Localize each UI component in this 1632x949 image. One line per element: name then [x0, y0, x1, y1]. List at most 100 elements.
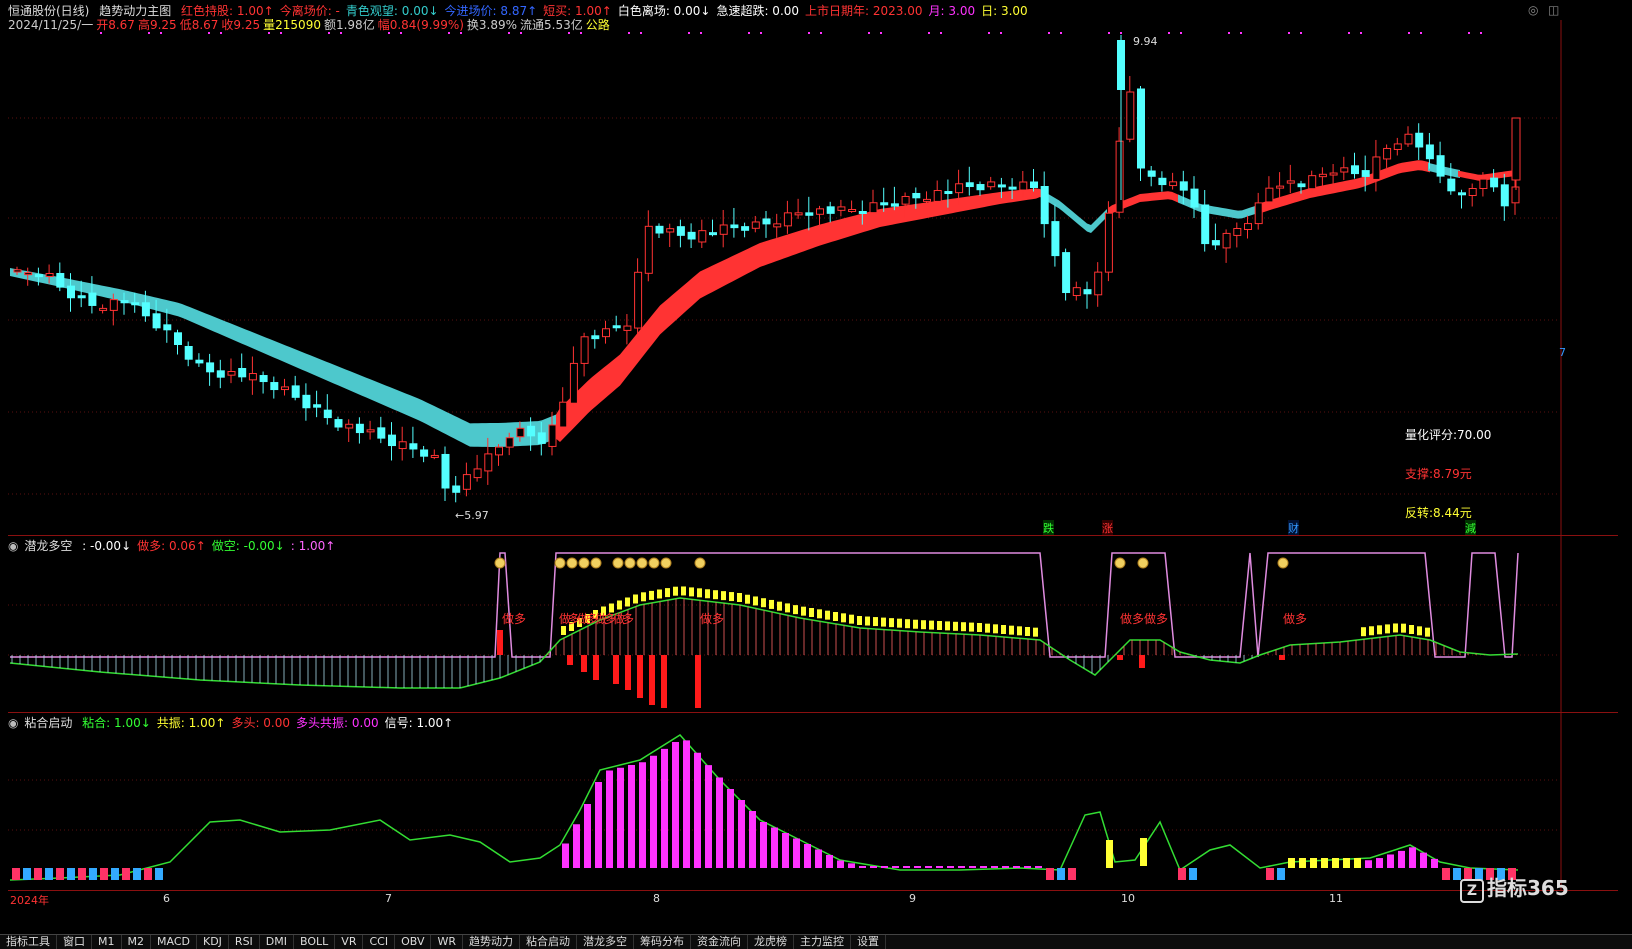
candle-body [655, 225, 664, 234]
panel2-yellow-mark [1009, 625, 1014, 635]
signal-dot [388, 32, 390, 34]
candle-body [388, 434, 396, 447]
candle-body [816, 208, 824, 215]
panel2-value-3: : 1.00↑ [290, 539, 336, 553]
money-bag-icon [590, 557, 602, 569]
reversal-label: 反转:8.44元 [1405, 506, 1472, 520]
main-candlestick-chart[interactable] [0, 0, 1632, 948]
signal-dot [640, 32, 642, 34]
toolbar-tab-10[interactable]: CCI [363, 935, 396, 949]
money-bag-icon [1277, 557, 1289, 569]
signal-dot [868, 32, 870, 34]
candle-body [238, 368, 247, 378]
toolbar-tab-12[interactable]: WR [431, 935, 464, 949]
panel3-bar [155, 868, 163, 880]
panel3-bar [1288, 858, 1295, 868]
panel2-yellow-mark [1417, 626, 1422, 636]
toolbar-tab-5[interactable]: KDJ [197, 935, 229, 949]
panel2-red-bar [1139, 655, 1145, 668]
panel2-yellow-mark [809, 608, 814, 617]
candle-body [1351, 165, 1359, 175]
signal-dot [808, 32, 810, 34]
toolbar-tab-14[interactable]: 粘合启动 [520, 935, 578, 949]
candle-body [890, 203, 899, 207]
candle-body [462, 474, 471, 490]
panel3-bar [1068, 868, 1076, 880]
panel3-bar [1376, 858, 1383, 868]
candle-body [302, 394, 311, 409]
signal-dot [1300, 32, 1302, 34]
panel3-bar [573, 824, 580, 868]
candle-body [184, 346, 193, 360]
toolbar-tab-8[interactable]: BOLL [294, 935, 336, 949]
candle-body [1201, 204, 1210, 245]
signal-dot [1480, 32, 1482, 34]
toolbar-tab-17[interactable]: 资金流向 [691, 935, 749, 949]
toolbar-tab-4[interactable]: MACD [151, 935, 197, 949]
toolbar-tab-13[interactable]: 趋势动力 [463, 935, 521, 949]
toolbar-tab-20[interactable]: 设置 [851, 935, 887, 949]
panel3-value-3: 多头共振: 0.00 [296, 716, 379, 730]
signal-dot [1408, 32, 1410, 34]
candle-body [623, 325, 632, 331]
signal-dot [1360, 32, 1362, 34]
panel3-bar [1002, 866, 1009, 868]
toolbar-tab-11[interactable]: OBV [395, 935, 432, 949]
panel2-yellow-mark [945, 621, 950, 631]
bottom-toolbar: 指标工具 窗口 M1 M2 MACD KDJ RSI DMI BOLL VR CCI OBV WR 趋势动… [0, 934, 1632, 949]
score-label: 量化评分:70.00 [1405, 428, 1492, 442]
candle-body [933, 190, 942, 202]
panel2-yellow-mark [921, 620, 926, 630]
panel3-bar [672, 742, 679, 868]
candle-body [591, 335, 600, 340]
signal-dot [100, 32, 102, 34]
panel3-collapse-icon[interactable]: ◉ [8, 716, 18, 730]
toolbar-tab-18[interactable]: 龙虎榜 [748, 935, 795, 949]
toolbar-tab-1[interactable]: 窗口 [57, 935, 92, 949]
panel3-header: ◉ 粘合启动 粘合: 1.00↓ 共振: 1.00↑ 多头: 0.00 多头共振: 0… [8, 714, 465, 731]
toolbar-tab-0[interactable]: 指标工具 [0, 935, 57, 949]
candle-body [987, 181, 996, 188]
signal-dot [328, 32, 330, 34]
toolbar-tab-19[interactable]: 主力监控 [794, 935, 852, 949]
candle-body [1117, 40, 1125, 90]
signal-dot [568, 32, 570, 34]
panel3-name[interactable]: 粘合启动 [24, 716, 72, 730]
signal-dot [520, 32, 522, 34]
money-bag-icon [494, 557, 506, 569]
panel3-bar [1332, 858, 1339, 868]
candle-body [1415, 132, 1424, 148]
panel2-red-bar [649, 655, 655, 705]
panel3-bar [562, 843, 569, 868]
panel3-bar [78, 868, 86, 880]
candle-body [548, 424, 557, 447]
panel2-yellow-mark [673, 586, 678, 596]
toolbar-tab-9[interactable]: VR [335, 935, 364, 949]
panel3-yellow-bar [1106, 840, 1113, 868]
panel2-collapse-icon[interactable]: ◉ [8, 539, 18, 553]
candle-body [698, 230, 707, 243]
toolbar-tab-3[interactable]: M2 [122, 935, 151, 949]
candle-body [1286, 180, 1295, 184]
signal-dot [880, 32, 882, 34]
panel2-name[interactable]: 潜龙多空 [24, 539, 72, 553]
candle-body [858, 210, 867, 214]
signal-dot [1468, 32, 1470, 34]
toolbar-tab-15[interactable]: 潜龙多空 [577, 935, 635, 949]
high-price-label: 9.94 [1133, 35, 1158, 48]
toolbar-tab-2[interactable]: M1 [92, 935, 122, 949]
candle-body [1308, 175, 1317, 190]
panel3-bar [111, 868, 119, 880]
candle-body [1019, 181, 1028, 191]
panel2-yellow-mark [1409, 625, 1414, 634]
toolbar-tab-6[interactable]: RSI [229, 935, 260, 949]
panel3-bar [1420, 852, 1427, 868]
candle-body [366, 429, 375, 433]
toolbar-tab-16[interactable]: 筹码分布 [634, 935, 692, 949]
candle-body [1179, 181, 1188, 191]
candle-body [13, 269, 22, 273]
candle-body [869, 202, 878, 214]
toolbar-tab-7[interactable]: DMI [260, 935, 295, 949]
candle-body [377, 427, 386, 439]
candle-body [109, 299, 118, 311]
